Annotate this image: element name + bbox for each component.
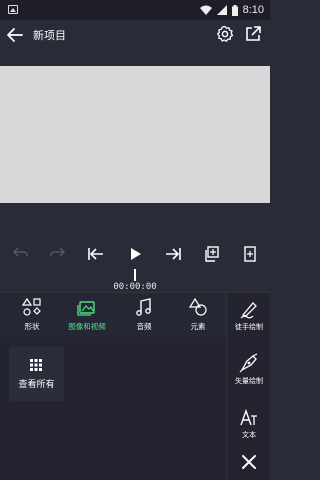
notification-image-icon	[8, 5, 18, 14]
tool-label: 矢量绘制	[235, 377, 263, 385]
gear-icon[interactable]	[216, 25, 234, 43]
app-bar: 新项目	[0, 20, 270, 50]
tab-audio[interactable]: 音频	[119, 297, 169, 335]
export-icon[interactable]	[244, 25, 262, 43]
tab-shapes[interactable]: 形状	[7, 297, 57, 335]
redo-icon[interactable]	[48, 244, 68, 264]
tool-label: 徒手绘制	[235, 323, 263, 331]
vector-pen-icon	[239, 353, 258, 373]
cellular-icon	[216, 5, 227, 15]
view-all-label: 查看所有	[18, 380, 55, 390]
bookmark-icon[interactable]	[240, 244, 260, 264]
close-panel-button[interactable]	[227, 453, 271, 480]
play-icon[interactable]	[125, 244, 145, 264]
tab-elements[interactable]: 元素	[173, 297, 223, 335]
shapes-icon	[22, 297, 41, 316]
tab-label: 元素	[190, 322, 206, 331]
elements-icon	[188, 297, 207, 316]
battery-icon	[231, 4, 238, 16]
image-video-icon	[77, 301, 95, 316]
asset-content: 查看所有	[0, 337, 226, 480]
asset-tabs: 形状 图像和视频 音频 元素	[0, 293, 226, 337]
view-all-button[interactable]: 查看所有	[9, 347, 64, 401]
tool-label: 文本	[242, 431, 256, 439]
canvas-area	[0, 50, 270, 218]
skip-to-start-icon[interactable]	[86, 244, 106, 264]
close-icon	[242, 455, 256, 469]
project-title[interactable]: 新项目	[33, 27, 66, 43]
tab-label: 音频	[136, 322, 152, 331]
grid-icon	[30, 359, 42, 371]
skip-to-end-icon[interactable]	[163, 244, 183, 264]
status-icons: 8:10	[199, 3, 264, 17]
text-icon	[240, 408, 257, 426]
music-note-icon	[136, 298, 151, 316]
duplicate-layer-icon[interactable]	[201, 244, 221, 264]
playback-controls	[0, 240, 270, 268]
status-time: 8:10	[242, 4, 264, 16]
vector-draw-button[interactable]: 矢量绘制	[227, 353, 271, 393]
freehand-pen-icon	[240, 302, 257, 319]
drawing-tools: 徒手绘制 矢量绘制 文本	[226, 293, 270, 480]
text-tool-button[interactable]: 文本	[227, 407, 271, 447]
tab-image-video[interactable]: 图像和视频	[62, 297, 112, 335]
timecode: 00:00:00	[113, 282, 157, 292]
arrow-left-icon[interactable]	[6, 26, 24, 44]
project-canvas[interactable]	[0, 66, 270, 203]
status-bar: 8:10	[0, 0, 270, 20]
timeline-playhead[interactable]	[134, 269, 136, 281]
tab-label: 形状	[24, 322, 40, 331]
wifi-icon	[199, 5, 212, 15]
undo-icon[interactable]	[10, 244, 30, 264]
asset-panel: 形状 图像和视频 音频 元素 查看所有 徒手绘制 矢量绘制 文本	[0, 292, 270, 480]
tab-label: 图像和视频	[68, 322, 106, 331]
freehand-draw-button[interactable]: 徒手绘制	[227, 299, 271, 339]
